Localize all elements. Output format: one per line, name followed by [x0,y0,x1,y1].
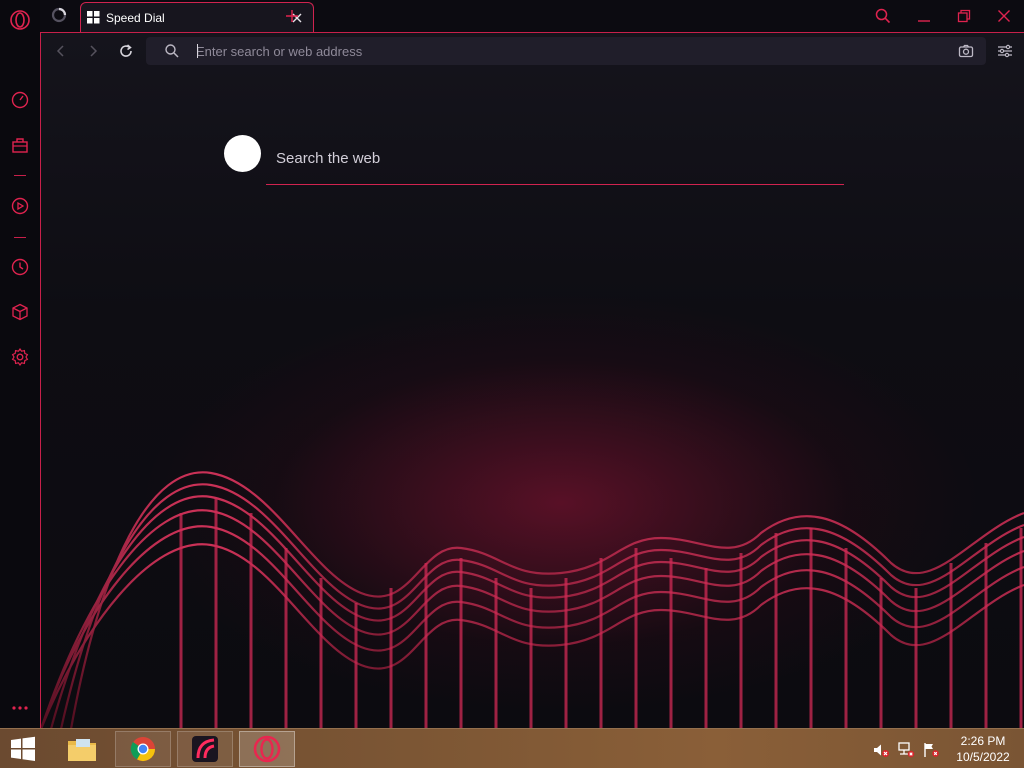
forward-arrow-icon[interactable] [83,41,103,61]
restore-icon[interactable] [952,4,976,28]
address-bar[interactable] [146,37,986,65]
back-arrow-icon[interactable] [51,41,71,61]
search-web-input[interactable] [276,145,836,171]
tab-title: Speed Dial [106,10,165,25]
reload-icon[interactable] [116,41,136,61]
toolbar [41,33,1024,69]
clock-date: 10/5/2022 [956,750,1010,764]
extensions-cube-icon[interactable] [8,300,32,324]
close-window-icon[interactable] [992,4,1016,28]
search-tabs-icon[interactable] [871,4,895,28]
opera-logo-icon[interactable] [8,8,32,32]
speed-dial-grid-icon [87,11,100,24]
system-clock[interactable]: 2:26 PM 10/5/2022 [948,733,1018,765]
speed-dial-search-box[interactable] [266,137,844,185]
sidebar [0,0,40,728]
minimize-icon[interactable] [912,4,936,28]
chrome-icon[interactable] [115,731,171,767]
player-icon[interactable] [8,194,32,218]
sidebar-separator [14,237,26,238]
tab-speed-dial[interactable]: Speed Dial [80,2,314,32]
speed-dial-icon[interactable] [8,88,32,112]
network-icon[interactable] [897,741,915,759]
opera-icon[interactable] [239,731,295,767]
search-icon [164,43,180,59]
clock-time: 2:26 PM [960,734,1006,748]
windows-start-icon[interactable] [8,735,38,763]
action-center-flag-icon[interactable] [922,741,940,759]
history-icon[interactable] [8,255,32,279]
opera-gx-window: Speed Dial [0,0,1024,729]
more-icon[interactable] [10,700,30,716]
speaker-muted-icon[interactable] [872,741,890,759]
new-tab-plus-icon[interactable] [282,6,302,26]
shopping-bag-icon[interactable] [8,133,32,157]
search-engine-logo [224,135,261,172]
address-input[interactable] [196,41,896,61]
camera-snapshot-icon[interactable] [958,43,974,59]
opera-gx-icon[interactable] [177,731,233,767]
tab-strip: Speed Dial [40,0,1024,32]
settings-gear-icon[interactable] [8,345,32,369]
speed-dial-page [40,32,1024,729]
sidebar-separator [14,175,26,176]
text-caret [197,44,198,58]
loading-spinner-icon [50,6,68,24]
windows-taskbar: 2:26 PM 10/5/2022 [0,728,1024,768]
easy-setup-sliders-icon[interactable] [995,41,1015,61]
wallpaper-waves [41,471,1024,729]
file-explorer-icon[interactable] [54,731,110,767]
